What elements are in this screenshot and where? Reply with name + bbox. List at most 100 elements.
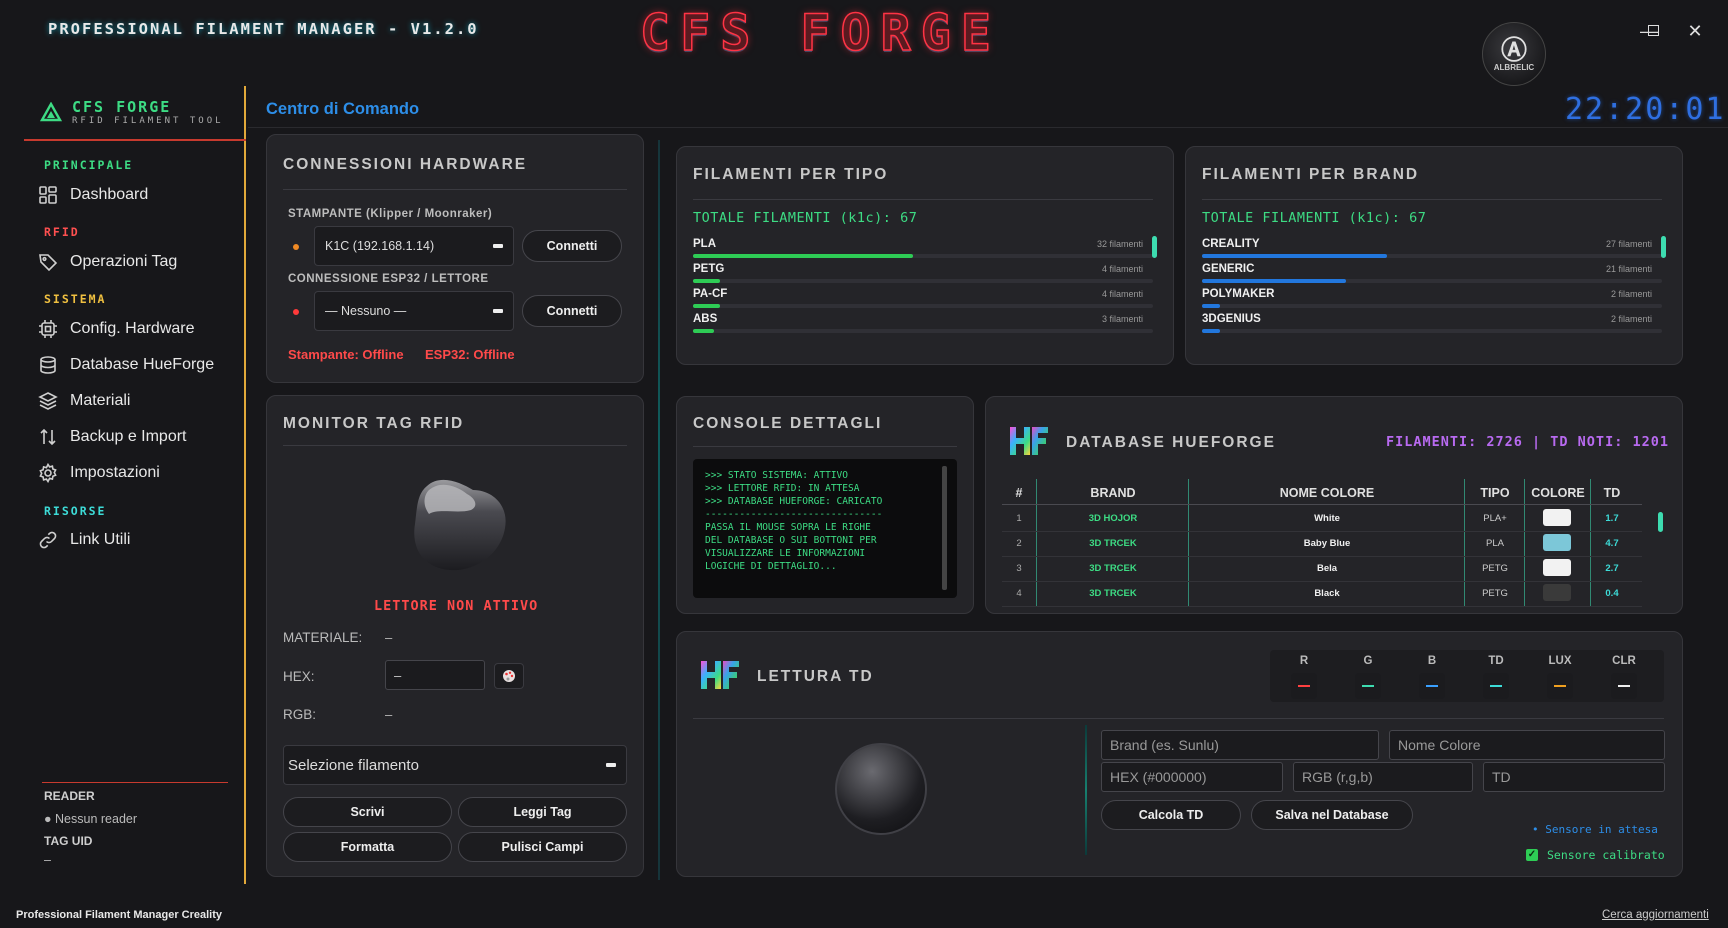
td-meter-g: G: [1355, 655, 1381, 699]
sidebar-brand: CFS FORGE RFID FILAMENT TOOL: [40, 98, 224, 126]
esp-select[interactable]: — Nessuno —: [314, 291, 514, 331]
layers-icon: [38, 392, 58, 410]
bar-row: POLYMAKER 2 filamenti: [1202, 288, 1662, 308]
rgb-input-placeholder: RGB (r,g,b): [1302, 769, 1373, 785]
hex-value-field[interactable]: –: [385, 660, 485, 690]
meter-label: B: [1427, 655, 1437, 667]
printer-connect-button[interactable]: Connetti: [522, 230, 622, 262]
row-type: PLA+: [1483, 513, 1507, 524]
brand-input[interactable]: Brand (es. Sunlu): [1101, 730, 1379, 760]
row-type: PETG: [1482, 588, 1508, 599]
col-brand: BRAND: [1090, 486, 1136, 500]
by-type-total: TOTALE FILAMENTI (k1c): 67: [693, 210, 918, 226]
bar-fill: [693, 329, 714, 333]
sidebar: [24, 86, 246, 884]
banner-logo: CFS FORGE: [639, 3, 1001, 63]
check-updates-link[interactable]: Cerca aggiornamenti: [1602, 909, 1709, 921]
row-td: 1.7: [1605, 513, 1619, 524]
grid-icon: [39, 186, 57, 204]
col-name: NOME COLORE: [1279, 486, 1375, 500]
td-meter-b: B: [1419, 655, 1445, 699]
brand-badge-text: ALBRELIC: [1493, 62, 1535, 72]
row-color-name: White: [1314, 513, 1340, 524]
col-num: #: [1015, 486, 1023, 500]
bar-track: [1202, 304, 1662, 308]
brand-a-icon: Ⓐ: [1500, 34, 1527, 65]
esp-connect-button[interactable]: Connetti: [522, 295, 622, 327]
database-icon: [40, 356, 56, 374]
hueforge-table: # BRAND NOME COLORE TIPO COLORE TD 1 3D H…: [1002, 477, 1664, 607]
calc-td-button[interactable]: Calcola TD: [1101, 800, 1241, 830]
chevron-down-icon: [493, 244, 503, 248]
by-brand-scrollbar[interactable]: [1661, 236, 1666, 258]
hueforge-scrollbar[interactable]: [1658, 512, 1663, 532]
monitor-title: MONITOR TAG RFID: [283, 415, 465, 432]
printer-offline-status: Stampante: Offline: [288, 347, 404, 362]
sensor-calibrated-label: Sensore calibrato: [1547, 848, 1665, 862]
bar-name: ABS: [693, 313, 718, 325]
bar-name: CREALITY: [1202, 238, 1260, 250]
filament-select[interactable]: Selezione filamento: [283, 745, 627, 785]
td-input[interactable]: TD: [1483, 762, 1665, 792]
sensor-calibrated-checkbox[interactable]: ✓: [1526, 849, 1538, 861]
read-tag-button[interactable]: Leggi Tag: [458, 797, 627, 827]
bar-row: ABS 3 filamenti: [693, 313, 1153, 333]
row-color-swatch: [1543, 559, 1571, 576]
printer-status-dot: [293, 244, 299, 250]
color-name-input-placeholder: Nome Colore: [1398, 737, 1481, 753]
by-brand-title: FILAMENTI PER BRAND: [1202, 166, 1420, 183]
hueforge-stats: FILAMENTI: 2726 | TD NOTI: 1201: [1386, 434, 1669, 450]
td-input-placeholder: TD: [1492, 769, 1511, 785]
sidebar-footer-divider: [42, 782, 228, 783]
sidebar-item-label: Operazioni Tag: [70, 253, 178, 270]
bar-count: 3 filamenti: [1101, 314, 1143, 324]
sidebar-item-database-hueforge[interactable]: Database HueForge: [38, 355, 214, 375]
bar-track: [693, 279, 1153, 283]
bar-row: PETG 4 filamenti: [693, 263, 1153, 283]
brand-divider: [24, 139, 246, 141]
save-db-button[interactable]: Salva nel Database: [1251, 800, 1413, 830]
printer-select[interactable]: K1C (192.168.1.14): [314, 226, 514, 266]
section-rfid: RFID: [44, 225, 80, 239]
sidebar-item-link-utili[interactable]: Link Utili: [38, 530, 130, 550]
filament-select-placeholder: Selezione filamento: [288, 756, 419, 774]
row-type: PLA: [1486, 538, 1504, 549]
maximize-button[interactable]: [1638, 17, 1668, 43]
bar-track: [693, 304, 1153, 308]
sidebar-item-operazioni-tag[interactable]: Operazioni Tag: [38, 252, 177, 272]
bar-count: 4 filamenti: [1101, 264, 1143, 274]
console-scrollbar[interactable]: [942, 466, 947, 590]
hex-input[interactable]: HEX (#000000): [1101, 762, 1283, 792]
sidebar-item-impostazioni[interactable]: Impostazioni: [38, 463, 160, 483]
by-type-scrollbar[interactable]: [1152, 236, 1157, 258]
td-title: LETTURA TD: [757, 668, 874, 685]
format-button[interactable]: Formatta: [283, 832, 452, 862]
rgb-input[interactable]: RGB (r,g,b): [1293, 762, 1473, 792]
row-brand: 3D HOJOR: [1088, 513, 1138, 524]
sidebar-item-materiali[interactable]: Materiali: [38, 391, 130, 411]
bar-name: POLYMAKER: [1202, 288, 1275, 300]
close-button[interactable]: ✕: [1680, 18, 1710, 44]
hex-label: HEX:: [283, 669, 315, 684]
row-color-name: Bela: [1316, 563, 1338, 574]
row-td: 0.4: [1605, 588, 1619, 599]
sensor-wait-status: • Sensore in attesa: [1532, 823, 1658, 836]
esp-select-value: — Nessuno —: [325, 304, 407, 318]
sidebar-item-config-hardware[interactable]: Config. Hardware: [38, 319, 195, 339]
palette-button[interactable]: [494, 663, 524, 689]
chevron-down-icon: [606, 763, 616, 767]
clear-fields-button[interactable]: Pulisci Campi: [458, 832, 627, 862]
col-td: TD: [1603, 486, 1621, 500]
col-type: TIPO: [1480, 486, 1510, 500]
gear-icon: [39, 463, 57, 483]
sidebar-item-backup-import[interactable]: Backup e Import: [38, 427, 187, 447]
meter-label: CLR: [1612, 655, 1636, 667]
table-row-divider: [1002, 556, 1642, 557]
hardware-title: CONNESSIONI HARDWARE: [283, 156, 528, 173]
sidebar-item-dashboard[interactable]: Dashboard: [38, 185, 148, 205]
sidebar-item-label: Link Utili: [70, 531, 131, 548]
bar-fill: [693, 279, 721, 283]
color-name-input[interactable]: Nome Colore: [1389, 730, 1665, 760]
write-button[interactable]: Scrivi: [283, 797, 452, 827]
row-color-name: Baby Blue: [1303, 538, 1351, 549]
